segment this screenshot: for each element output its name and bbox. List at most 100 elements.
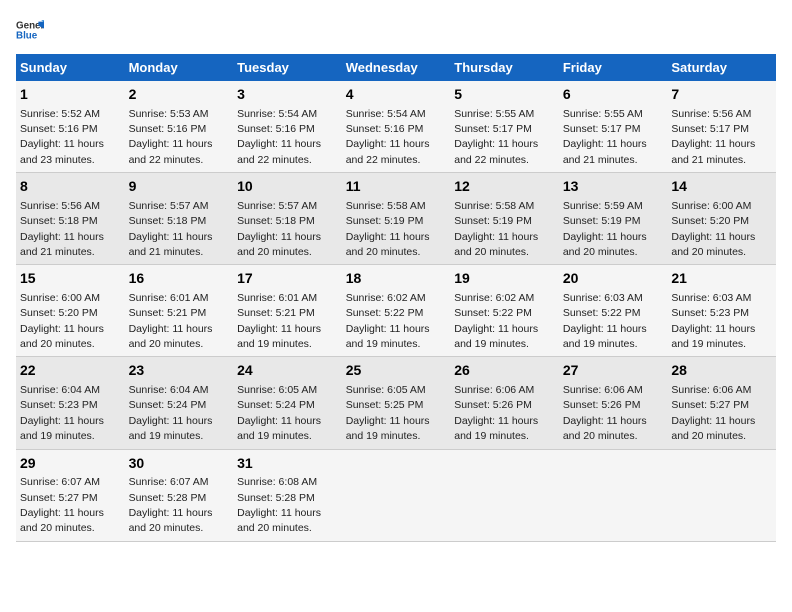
day-number: 8 <box>20 177 121 197</box>
day-number: 24 <box>237 361 338 381</box>
day-info: Sunrise: 6:01 AM Sunset: 5:21 PM Dayligh… <box>129 292 213 350</box>
day-info: Sunrise: 5:56 AM Sunset: 5:17 PM Dayligh… <box>671 108 755 166</box>
calendar-cell <box>559 449 668 541</box>
day-number: 31 <box>237 454 338 474</box>
day-info: Sunrise: 5:58 AM Sunset: 5:19 PM Dayligh… <box>454 200 538 258</box>
calendar-cell: 22Sunrise: 6:04 AM Sunset: 5:23 PM Dayli… <box>16 357 125 449</box>
day-info: Sunrise: 6:05 AM Sunset: 5:24 PM Dayligh… <box>237 384 321 442</box>
calendar-cell: 26 Sunrise: 6:06 AM Sunset: 5:26 PM Dayli… <box>450 357 559 449</box>
day-number: 4 <box>346 85 447 105</box>
week-row-3: 15 Sunrise: 6:00 AM Sunset: 5:20 PM Dayli… <box>16 265 776 357</box>
calendar-cell: 24 Sunrise: 6:05 AM Sunset: 5:24 PM Dayli… <box>233 357 342 449</box>
calendar-cell <box>342 449 451 541</box>
day-info: Sunrise: 6:01 AM Sunset: 5:21 PM Dayligh… <box>237 292 321 350</box>
day-info: Sunrise: 6:02 AM Sunset: 5:22 PM Dayligh… <box>454 292 538 350</box>
calendar-cell: 1 Sunrise: 5:52 AM Sunset: 5:16 PM Daylig… <box>16 81 125 173</box>
day-number: 15 <box>20 269 121 289</box>
day-info: Sunrise: 5:56 AM Sunset: 5:18 PM Dayligh… <box>20 200 104 258</box>
day-number: 27 <box>563 361 664 381</box>
page-header: General Blue <box>16 16 776 44</box>
day-number: 11 <box>346 177 447 197</box>
day-info: Sunrise: 5:52 AM Sunset: 5:16 PM Dayligh… <box>20 108 104 166</box>
calendar-cell: 9Sunrise: 5:57 AM Sunset: 5:18 PM Daylig… <box>125 173 234 265</box>
day-number: 21 <box>671 269 772 289</box>
calendar-cell: 6 Sunrise: 5:55 AM Sunset: 5:17 PM Daylig… <box>559 81 668 173</box>
day-info: Sunrise: 6:00 AM Sunset: 5:20 PM Dayligh… <box>20 292 104 350</box>
day-info: Sunrise: 6:08 AM Sunset: 5:28 PM Dayligh… <box>237 476 321 534</box>
calendar-cell: 15 Sunrise: 6:00 AM Sunset: 5:20 PM Dayli… <box>16 265 125 357</box>
day-number: 5 <box>454 85 555 105</box>
day-number: 26 <box>454 361 555 381</box>
calendar-cell: 5 Sunrise: 5:55 AM Sunset: 5:17 PM Daylig… <box>450 81 559 173</box>
calendar-cell: 25 Sunrise: 6:05 AM Sunset: 5:25 PM Dayli… <box>342 357 451 449</box>
day-info: Sunrise: 6:00 AM Sunset: 5:20 PM Dayligh… <box>671 200 755 258</box>
calendar-cell: 20 Sunrise: 6:03 AM Sunset: 5:22 PM Dayli… <box>559 265 668 357</box>
calendar-cell: 3 Sunrise: 5:54 AM Sunset: 5:16 PM Daylig… <box>233 81 342 173</box>
day-number: 25 <box>346 361 447 381</box>
day-number: 12 <box>454 177 555 197</box>
day-number: 23 <box>129 361 230 381</box>
calendar-cell <box>450 449 559 541</box>
day-info: Sunrise: 6:06 AM Sunset: 5:27 PM Dayligh… <box>671 384 755 442</box>
day-number: 17 <box>237 269 338 289</box>
calendar-cell: 28 Sunrise: 6:06 AM Sunset: 5:27 PM Dayli… <box>667 357 776 449</box>
calendar-cell: 12 Sunrise: 5:58 AM Sunset: 5:19 PM Dayli… <box>450 173 559 265</box>
logo: General Blue <box>16 16 48 44</box>
week-row-1: 1 Sunrise: 5:52 AM Sunset: 5:16 PM Daylig… <box>16 81 776 173</box>
day-number: 19 <box>454 269 555 289</box>
day-number: 3 <box>237 85 338 105</box>
day-info: Sunrise: 6:07 AM Sunset: 5:28 PM Dayligh… <box>129 476 213 534</box>
calendar-cell: 8 Sunrise: 5:56 AM Sunset: 5:18 PM Daylig… <box>16 173 125 265</box>
header-thursday: Thursday <box>450 54 559 81</box>
day-info: Sunrise: 6:05 AM Sunset: 5:25 PM Dayligh… <box>346 384 430 442</box>
day-info: Sunrise: 5:57 AM Sunset: 5:18 PM Dayligh… <box>237 200 321 258</box>
day-number: 30 <box>129 454 230 474</box>
calendar-cell: 2Sunrise: 5:53 AM Sunset: 5:16 PM Daylig… <box>125 81 234 173</box>
calendar-header: SundayMondayTuesdayWednesdayThursdayFrid… <box>16 54 776 81</box>
day-info: Sunrise: 6:03 AM Sunset: 5:22 PM Dayligh… <box>563 292 647 350</box>
calendar-table: SundayMondayTuesdayWednesdayThursdayFrid… <box>16 54 776 542</box>
day-info: Sunrise: 5:55 AM Sunset: 5:17 PM Dayligh… <box>563 108 647 166</box>
day-info: Sunrise: 6:02 AM Sunset: 5:22 PM Dayligh… <box>346 292 430 350</box>
day-info: Sunrise: 5:58 AM Sunset: 5:19 PM Dayligh… <box>346 200 430 258</box>
header-friday: Friday <box>559 54 668 81</box>
calendar-cell: 11 Sunrise: 5:58 AM Sunset: 5:19 PM Dayli… <box>342 173 451 265</box>
calendar-cell: 10 Sunrise: 5:57 AM Sunset: 5:18 PM Dayli… <box>233 173 342 265</box>
day-number: 10 <box>237 177 338 197</box>
calendar-cell: 14Sunrise: 6:00 AM Sunset: 5:20 PM Dayli… <box>667 173 776 265</box>
header-wednesday: Wednesday <box>342 54 451 81</box>
day-info: Sunrise: 5:55 AM Sunset: 5:17 PM Dayligh… <box>454 108 538 166</box>
calendar-cell: 31Sunrise: 6:08 AM Sunset: 5:28 PM Dayli… <box>233 449 342 541</box>
svg-text:Blue: Blue <box>16 30 38 41</box>
day-info: Sunrise: 5:57 AM Sunset: 5:18 PM Dayligh… <box>129 200 213 258</box>
day-number: 1 <box>20 85 121 105</box>
week-row-5: 29Sunrise: 6:07 AM Sunset: 5:27 PM Dayli… <box>16 449 776 541</box>
day-info: Sunrise: 6:04 AM Sunset: 5:23 PM Dayligh… <box>20 384 104 442</box>
day-info: Sunrise: 5:54 AM Sunset: 5:16 PM Dayligh… <box>237 108 321 166</box>
day-number: 20 <box>563 269 664 289</box>
calendar-cell: 18Sunrise: 6:02 AM Sunset: 5:22 PM Dayli… <box>342 265 451 357</box>
day-info: Sunrise: 6:06 AM Sunset: 5:26 PM Dayligh… <box>563 384 647 442</box>
day-number: 28 <box>671 361 772 381</box>
calendar-cell: 17 Sunrise: 6:01 AM Sunset: 5:21 PM Dayli… <box>233 265 342 357</box>
day-info: Sunrise: 5:59 AM Sunset: 5:19 PM Dayligh… <box>563 200 647 258</box>
logo-icon: General Blue <box>16 16 44 44</box>
day-info: Sunrise: 5:53 AM Sunset: 5:16 PM Dayligh… <box>129 108 213 166</box>
day-number: 13 <box>563 177 664 197</box>
header-sunday: Sunday <box>16 54 125 81</box>
calendar-cell <box>667 449 776 541</box>
calendar-cell: 4Sunrise: 5:54 AM Sunset: 5:16 PM Daylig… <box>342 81 451 173</box>
day-number: 29 <box>20 454 121 474</box>
week-row-2: 8 Sunrise: 5:56 AM Sunset: 5:18 PM Daylig… <box>16 173 776 265</box>
day-number: 7 <box>671 85 772 105</box>
calendar-cell: 19 Sunrise: 6:02 AM Sunset: 5:22 PM Dayli… <box>450 265 559 357</box>
day-info: Sunrise: 6:03 AM Sunset: 5:23 PM Dayligh… <box>671 292 755 350</box>
calendar-cell: 13 Sunrise: 5:59 AM Sunset: 5:19 PM Dayli… <box>559 173 668 265</box>
week-row-4: 22Sunrise: 6:04 AM Sunset: 5:23 PM Dayli… <box>16 357 776 449</box>
day-info: Sunrise: 6:04 AM Sunset: 5:24 PM Dayligh… <box>129 384 213 442</box>
day-info: Sunrise: 6:06 AM Sunset: 5:26 PM Dayligh… <box>454 384 538 442</box>
calendar-cell: 29Sunrise: 6:07 AM Sunset: 5:27 PM Dayli… <box>16 449 125 541</box>
header-tuesday: Tuesday <box>233 54 342 81</box>
header-saturday: Saturday <box>667 54 776 81</box>
day-number: 6 <box>563 85 664 105</box>
